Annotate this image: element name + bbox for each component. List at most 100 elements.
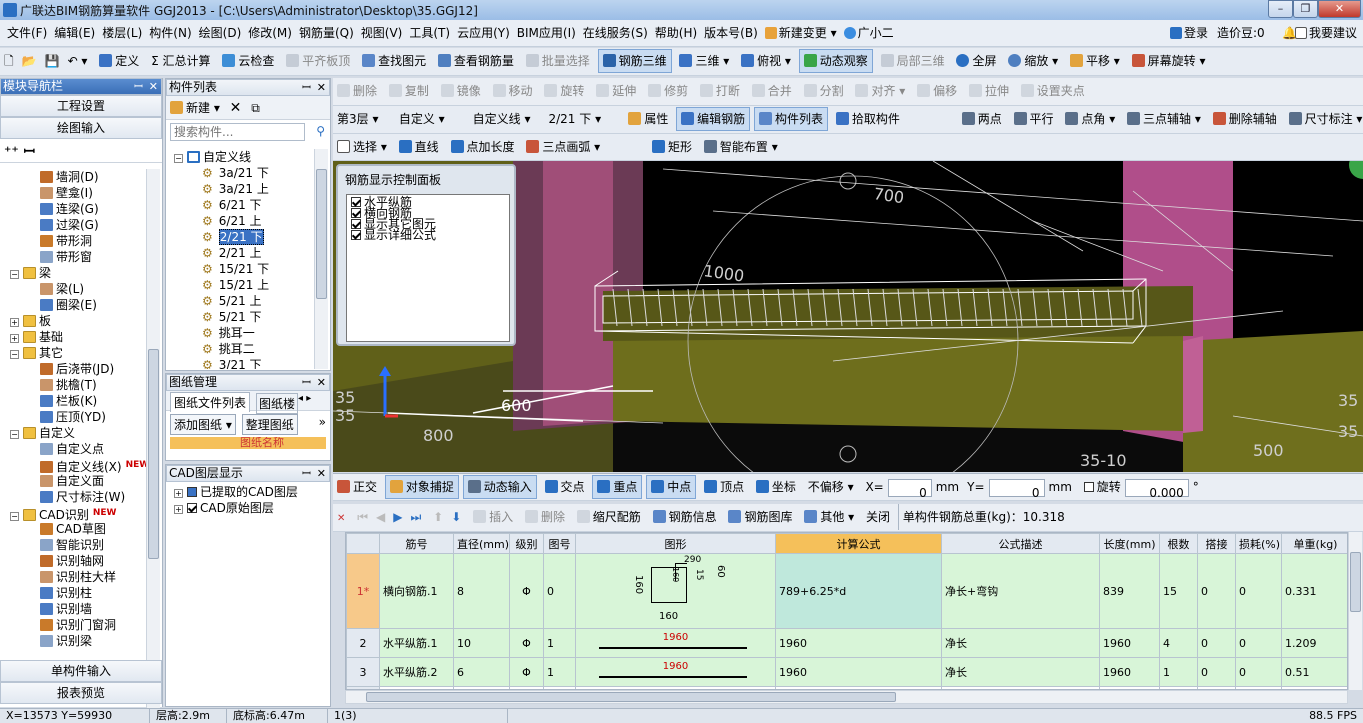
component-item[interactable]: ⚙ 挑耳一 (174, 325, 314, 341)
single-component-input-button[interactable]: 单构件输入 (0, 660, 162, 682)
cloud-check-button[interactable]: 云检查 (218, 48, 278, 74)
cell-shape[interactable]: 160 290 60 15 160 160 (575, 553, 776, 629)
component-item[interactable]: ⚙ 2/21 下 (174, 229, 314, 245)
align-dropdown[interactable]: 对齐 ▾ (851, 78, 909, 104)
nav-tree-item[interactable]: − CAD识别 NEW (0, 505, 146, 522)
layer-checkbox[interactable] (187, 503, 197, 513)
define-button[interactable]: 定义 (95, 48, 143, 74)
close-rebar-button[interactable]: 关闭 (862, 504, 894, 530)
rotate-checkbox[interactable] (1083, 482, 1094, 492)
3d-viewport[interactable]: 700 1000 600 35 35 35 35-10 500 800 35 钢… (333, 161, 1363, 472)
menu-component[interactable]: 构件(N) (142, 20, 191, 47)
cell-loss[interactable]: 0 (1235, 628, 1282, 658)
nav-tree-item[interactable]: − 梁 (0, 265, 146, 281)
nav-tree-item[interactable]: − 自定义 (0, 425, 146, 441)
nav-tree-item[interactable]: 识别梁 (0, 633, 146, 649)
nav-scrollbar[interactable] (146, 169, 160, 714)
close-icon[interactable]: ✕ (317, 80, 326, 95)
cell-name[interactable]: 水平纵筋.1 (379, 628, 454, 658)
vertex-toggle[interactable]: 顶点 (700, 474, 748, 500)
column-header[interactable]: 图形 (575, 533, 776, 554)
maximize-button[interactable]: ❐ (1293, 0, 1318, 18)
collapse-icon[interactable]: − (174, 154, 183, 163)
menu-new-change[interactable]: 新建变更 ▾ (758, 20, 837, 47)
nav-tree-item[interactable]: + 基础 (0, 329, 146, 345)
fullscreen-button[interactable]: 全屏 (952, 48, 1000, 74)
edit-rebar-button[interactable]: 编辑钢筋 (676, 107, 751, 131)
cell-no[interactable]: 1* (346, 553, 380, 629)
rebar-3d-button[interactable]: 钢筋三维 (597, 49, 672, 73)
delete-icon[interactable]: ✕ (230, 100, 242, 116)
cell-lap[interactable]: 0 (1197, 553, 1236, 629)
first-record-icon[interactable]: ⏮ (353, 504, 372, 530)
dynamic-orbit-button[interactable]: 动态观察 (798, 49, 873, 73)
menu-modify[interactable]: 修改(M) (241, 20, 292, 47)
cell-weight[interactable]: 1.209 (1281, 628, 1347, 658)
cell-no[interactable]: 2 (346, 628, 380, 658)
nav-tree-item[interactable]: 壁龛(I) (0, 185, 146, 201)
tab-drawing-files[interactable]: 图纸文件列表 (170, 392, 251, 412)
table-row[interactable]: 2 水平纵筋.1 10 Φ 1 1960 1960 净长 1960 4 0 0 1.209 (346, 628, 1347, 658)
nav-tree-item[interactable]: 自定义面 (0, 473, 146, 489)
column-header[interactable]: 公式描述 (941, 533, 1100, 554)
select-dropdown[interactable]: 选择 ▾ (333, 134, 391, 160)
more-icon[interactable]: » (319, 415, 326, 429)
checkbox[interactable] (351, 197, 361, 207)
coordinate-toggle[interactable]: 坐标 (752, 474, 800, 500)
rotate-input[interactable]: 0.000 (1124, 478, 1189, 500)
nav-tree-item[interactable]: 梁(L) (0, 281, 146, 297)
collapse-icon[interactable]: − (10, 270, 19, 279)
save-icon[interactable]: 💾 (41, 48, 64, 74)
component-item[interactable]: ⚙ 3/21 下 (174, 357, 314, 369)
floor-select[interactable]: 第3层 ▾ (333, 106, 391, 132)
midpoint-toggle[interactable]: 中点 (646, 475, 697, 499)
menu-file[interactable]: 文件(F) (0, 20, 47, 47)
cell-shape[interactable]: 1960 (575, 628, 776, 658)
delete-button[interactable]: 删除 (333, 78, 381, 104)
two-points-button[interactable]: 两点 (958, 106, 1006, 132)
layer-checkbox[interactable] (187, 487, 197, 497)
menu-draw[interactable]: 绘图(D) (192, 20, 242, 47)
nav-tree-item[interactable]: 圈梁(E) (0, 297, 146, 313)
rebar-option-detailed-formula[interactable]: 显示详细公式 (351, 229, 505, 241)
cell-formula[interactable]: 1960 (775, 628, 942, 658)
column-header[interactable]: 搭接 (1197, 533, 1236, 554)
nav-tree-item[interactable]: 压顶(YD) (0, 409, 146, 425)
cell-len[interactable]: 839 (1099, 553, 1160, 629)
find-element-button[interactable]: 查找图元 (358, 48, 430, 74)
move-up-icon[interactable]: ⬆ (429, 504, 447, 530)
local-3d-button[interactable]: 局部三维 (877, 48, 949, 74)
expand-icon[interactable]: + (10, 334, 19, 343)
object-snap-toggle[interactable]: 对象捕捉 (384, 475, 459, 499)
nav-tree-item[interactable]: 墙洞(D) (0, 169, 146, 185)
cell-lap[interactable]: 0 (1197, 657, 1236, 687)
copy-icon[interactable]: ⧉ (251, 101, 260, 115)
undo-icon[interactable]: ↶ ▾ (64, 48, 92, 74)
column-header[interactable]: 筋号 (379, 533, 454, 554)
collapse-icon[interactable]: − (10, 350, 19, 359)
cad-layer-original[interactable]: + CAD原始图层 (174, 500, 322, 516)
nav-tree-item[interactable]: 智能识别 (0, 537, 146, 553)
insert-button[interactable]: 插入 (469, 504, 517, 530)
menu-version[interactable]: 版本号(B) (697, 20, 758, 47)
next-record-icon[interactable]: ▶ (389, 504, 406, 530)
summary-calc-button[interactable]: Σ 汇总计算 (147, 48, 214, 74)
feedback-link[interactable]: 我要建议 (1288, 20, 1357, 47)
column-header[interactable]: 长度(mm) (1099, 533, 1160, 554)
nav-tree-item[interactable]: 自定义线(X) NEW (0, 457, 146, 474)
cell-name[interactable]: 横向钢筋.1 (379, 553, 454, 629)
table-hscrollbar[interactable] (345, 690, 1348, 704)
cell-len[interactable]: 1960 (1099, 628, 1160, 658)
collapse-icon[interactable]: − (10, 512, 19, 521)
rectangle-button[interactable]: 矩形 (648, 134, 696, 160)
rebar-library-button[interactable]: 钢筋图库 (724, 504, 796, 530)
parallel-button[interactable]: 平行 (1010, 106, 1058, 132)
rotate-button[interactable]: 旋转 (540, 78, 588, 104)
point-length-button[interactable]: 点加长度 (447, 134, 519, 160)
nav-tree-item[interactable]: 栏板(K) (0, 393, 146, 409)
delete-row-button[interactable]: 删除 (521, 504, 569, 530)
3d-dropdown[interactable]: 三维 ▾ (675, 48, 733, 74)
close-icon[interactable]: ✕ (149, 79, 158, 94)
batch-select-button[interactable]: 批量选择 (522, 48, 594, 74)
nav-tree-item[interactable]: 带形洞 (0, 233, 146, 249)
